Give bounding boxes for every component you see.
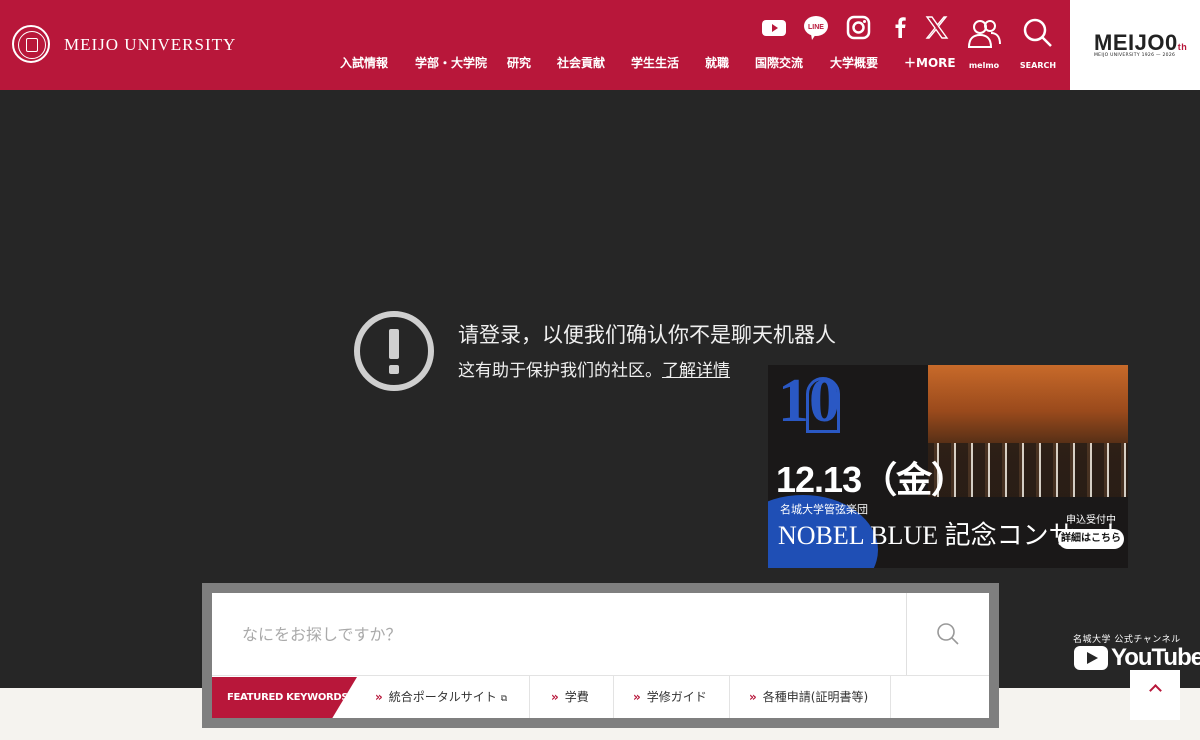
brand-subtitle: MEIJO UNIVERSITY 1926 — 2026 (1094, 53, 1176, 58)
site-search-input[interactable] (242, 621, 882, 647)
chevron-right-icon: » (633, 690, 641, 704)
banner-detail-button[interactable]: 詳細はこちら (1058, 529, 1124, 549)
keyword-tuition[interactable]: » 学費 (535, 676, 614, 718)
chevron-right-icon: » (375, 690, 383, 704)
nav-item-about[interactable]: 大学概要 (830, 54, 878, 71)
instagram-icon[interactable] (846, 14, 872, 42)
melmo-button[interactable]: melmo (962, 18, 1006, 70)
university-name[interactable]: MEIJO UNIVERSITY (64, 35, 236, 55)
page-top-button[interactable] (1130, 670, 1180, 720)
chevron-right-icon: » (749, 690, 757, 704)
header-search-button[interactable]: SEARCH (1016, 18, 1060, 70)
learn-more-link[interactable]: 了解详情 (662, 361, 730, 381)
people-icon (967, 20, 1001, 48)
login-notice-title: 请登录，以便我们确认你不是聊天机器人 (458, 323, 836, 347)
search-field-wrapper (212, 593, 907, 675)
search-label: SEARCH (1019, 61, 1057, 70)
exclamation-icon (354, 311, 434, 391)
line-icon[interactable]: LINE (803, 14, 829, 42)
featured-keywords-bar: FEATURED KEYWORDS » 統合ポータルサイト ⧉ » 学費 » 学修ガイド… (212, 675, 989, 718)
youtube-channel-link[interactable]: YouTube (1074, 644, 1200, 673)
nav-item-contribution[interactable]: 社会貢献 (557, 54, 605, 71)
nobel-emblem-icon (806, 377, 840, 433)
banner-accepting: 申込受付中 (1066, 515, 1116, 526)
meijo-100th-logo[interactable]: MEIJO0th MEIJO UNIVERSITY 1926 — 2026 (1070, 0, 1200, 90)
search-icon (937, 623, 959, 645)
melmo-label: melmo (968, 61, 1000, 70)
search-icon (1023, 18, 1052, 47)
site-header: MEIJO UNIVERSITY LINE melmo SEARCH 入試情報 … (0, 0, 1070, 90)
keyword-study-guide[interactable]: » 学修ガイド (613, 676, 730, 718)
university-seal-logo[interactable] (12, 25, 50, 63)
keyword-portal[interactable]: » 統合ポータルサイト ⧉ (375, 676, 531, 718)
chevron-right-icon: » (551, 690, 559, 704)
nav-item-research[interactable]: 研究 (507, 54, 531, 71)
svg-text:LINE: LINE (808, 24, 824, 31)
nav-item-more[interactable]: ＋MORE (904, 54, 956, 71)
nav-item-admissions[interactable]: 入試情報 (340, 54, 388, 71)
facebook-icon[interactable] (890, 14, 910, 42)
nav-item-careers[interactable]: 就職 (705, 54, 729, 71)
nav-item-student-life[interactable]: 学生生活 (631, 54, 679, 71)
concert-banner[interactable]: 10 12.13（金） 名城大学管弦楽団 NOBEL BLUE 記念コンサート … (768, 365, 1128, 568)
banner-date: 12.13（金） (776, 459, 967, 500)
featured-keywords-label: FEATURED KEYWORDS (212, 677, 357, 718)
site-search-button[interactable] (907, 593, 989, 675)
x-icon[interactable] (925, 14, 949, 42)
nav-item-faculties[interactable]: 学部・大学院 (415, 54, 487, 71)
youtube-play-icon (1074, 646, 1108, 670)
youtube-icon[interactable] (762, 14, 786, 40)
youtube-wordmark: YouTube (1111, 644, 1200, 671)
nav-item-international[interactable]: 国際交流 (755, 54, 803, 71)
keyword-applications[interactable]: » 各種申請(証明書等) (729, 676, 892, 718)
external-link-icon: ⧉ (500, 694, 508, 704)
login-notice-subtitle: 这有助于保护我们的社区。了解详情 (458, 361, 730, 381)
